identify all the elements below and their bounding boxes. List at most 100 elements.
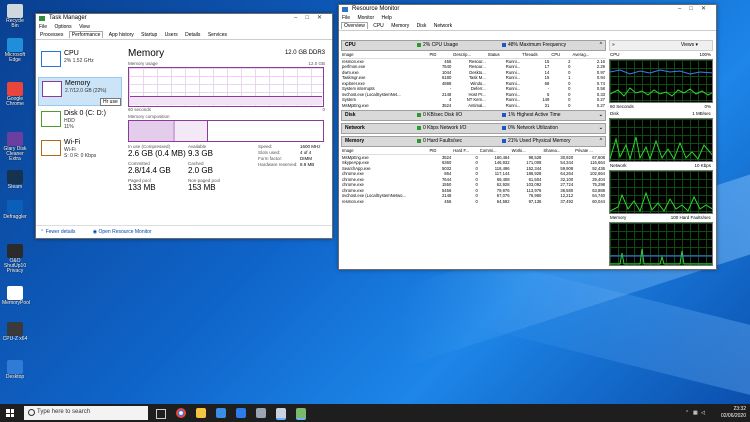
desktop-icon[interactable]: Microsoft Edge xyxy=(2,38,28,63)
footer-divider xyxy=(36,225,332,226)
menu-file[interactable]: File xyxy=(342,15,350,21)
app-shortcut-icon xyxy=(7,82,23,96)
network-section-header[interactable]: Network 0 Kbps Network I/O 0% Network Ut… xyxy=(341,123,606,134)
photos-icon[interactable] xyxy=(256,408,266,418)
title-bar[interactable]: Resource Monitor –□✕ xyxy=(339,5,716,14)
graph-title: Memory xyxy=(610,215,627,220)
physical-memory-badge: 21% Used Physical Memory xyxy=(502,137,571,146)
mail-icon[interactable] xyxy=(236,408,246,418)
desktop-icon[interactable]: Glary Disk Cleaner Extra xyxy=(2,132,28,162)
desktop-icon[interactable]: MemoryPool xyxy=(2,286,31,306)
views-dropdown[interactable]: Views ▾ xyxy=(681,41,698,50)
app-shortcut-icon xyxy=(7,244,23,258)
menu-file[interactable]: File xyxy=(39,24,47,30)
file-explorer-icon[interactable] xyxy=(196,408,206,418)
table-cell: Runni... xyxy=(505,102,521,108)
collapse-icon[interactable]: ⌃ xyxy=(599,41,603,50)
stat-label: Form factor: xyxy=(258,156,283,161)
expand-icon[interactable]: ⌄ xyxy=(599,111,603,120)
memory-process-table: Image PID Hard F... Commi... Worki... Sharea.… xyxy=(341,148,606,204)
tab-disk[interactable]: Disk xyxy=(415,23,429,29)
title-bar[interactable]: Task Manager –□✕ xyxy=(36,14,332,23)
menu-bar: File Monitor Help xyxy=(339,14,716,22)
menu-help[interactable]: Help xyxy=(382,15,392,21)
fewer-details-label: Fewer details xyxy=(45,229,76,235)
composition-in-use xyxy=(129,121,174,141)
section-title: CPU xyxy=(345,42,356,48)
menu-options[interactable]: Options xyxy=(54,24,71,30)
menu-monitor[interactable]: Monitor xyxy=(357,15,374,21)
perf-item-wifi[interactable]: Wi-Fi Wi-Fi S: 0 R: 0 Kbps xyxy=(38,137,122,164)
stat-committed: Committed 2.8/14.4 GB xyxy=(128,161,171,175)
windows-logo-icon xyxy=(10,413,14,417)
tab-bar: Overview CPU Memory Disk Network xyxy=(339,22,716,31)
tab-services[interactable]: Services xyxy=(206,32,229,38)
tab-details[interactable]: Details xyxy=(183,32,202,38)
desktop-icon-label: MemoryPool xyxy=(2,300,31,306)
tab-app-history[interactable]: App history xyxy=(107,32,136,38)
perf-item-disk[interactable]: Disk 0 (C: D:) HDD 11% xyxy=(38,108,122,135)
network-icon[interactable]: ▦ xyxy=(693,410,698,416)
memory-section-header[interactable]: Memory 0 Hard Faults/sec 21% Used Physic… xyxy=(341,136,606,147)
tab-overview[interactable]: Overview xyxy=(341,22,368,29)
graph-header-network: Network 10 Kbps xyxy=(609,162,713,169)
desktop-icon[interactable]: O&O ShutUp10 Privacy xyxy=(2,244,28,274)
tab-startup[interactable]: Startup xyxy=(139,32,159,38)
task-manager-window: Task Manager –□✕ File Options View Proce… xyxy=(35,13,333,239)
tab-cpu[interactable]: CPU xyxy=(371,23,386,29)
stat-available: Available 9.3 GB xyxy=(188,144,213,158)
window-controls[interactable]: –□✕ xyxy=(678,5,714,14)
tab-processes[interactable]: Processes xyxy=(38,32,65,38)
fewer-details-link[interactable]: ⌃ Fewer details xyxy=(40,229,83,235)
table-row[interactable]: resmon.exe 456 0 64,592 97,136 37,492 60,044 xyxy=(341,199,606,205)
graph-title: Disk xyxy=(610,111,619,116)
disk-active-badge: 1% Highest Active Time xyxy=(502,111,561,120)
desktop-icon[interactable]: Defraggler xyxy=(2,200,28,220)
perf-item-name: Memory xyxy=(65,80,91,87)
window-controls[interactable]: –□✕ xyxy=(294,14,330,23)
tab-bar: Processes Performance App history Startu… xyxy=(36,31,332,40)
expand-icon[interactable]: ⌄ xyxy=(599,124,603,133)
search-box[interactable]: Type here to search xyxy=(24,406,148,420)
network-io-badge: 0 Kbps Network I/O xyxy=(417,124,466,133)
memory-usage-graph xyxy=(128,67,324,107)
tab-network[interactable]: Network xyxy=(432,23,454,29)
tab-memory[interactable]: Memory xyxy=(389,23,411,29)
store-icon[interactable] xyxy=(216,408,226,418)
open-resource-monitor-link[interactable]: ◉ Open Resource Monitor xyxy=(93,229,160,235)
stat-value: 153 MB xyxy=(188,183,216,192)
task-view-icon[interactable] xyxy=(156,409,166,419)
chrome-icon[interactable] xyxy=(176,408,186,418)
desktop-icon[interactable]: Recycle Bin xyxy=(2,4,28,29)
menu-view[interactable]: View xyxy=(79,24,90,30)
cpu-graph xyxy=(609,59,713,103)
desktop-icon-label: O&O ShutUp10 Privacy xyxy=(3,258,27,274)
table-row[interactable]: MsMpEng.exe 3524 Antimal... Runni... 31 0 0.27 xyxy=(341,103,606,109)
volume-icon[interactable]: ◁ xyxy=(701,410,706,416)
task-manager-icon[interactable] xyxy=(296,408,306,420)
memory-composition-label: Memory composition xyxy=(128,114,170,119)
tab-performance[interactable]: Performance xyxy=(68,31,104,38)
desktop-icon[interactable]: Desktop xyxy=(2,360,28,380)
tab-users[interactable]: Users xyxy=(163,32,180,38)
perf-item-cpu[interactable]: CPU 2% 1.52 GHz xyxy=(38,48,122,75)
start-button[interactable] xyxy=(6,409,14,417)
cpu-section-header[interactable]: CPU 2% CPU Usage 48% Maximum Frequency ⌃ xyxy=(341,40,606,51)
badge-text: 21% Used Physical Memory xyxy=(508,138,571,144)
desktop-icon[interactable]: CPU-Z x64 xyxy=(2,322,28,342)
desktop-icon[interactable]: Steam xyxy=(2,170,28,190)
desktop-icon[interactable]: Google Chrome xyxy=(2,82,28,107)
disk-section-header[interactable]: Disk 0 KB/sec Disk I/O 1% Highest Active… xyxy=(341,110,606,121)
badge-text: 0 KB/sec Disk I/O xyxy=(423,112,463,118)
clock[interactable]: 23:32 02/06/2020 xyxy=(721,406,746,420)
resource-monitor-icon[interactable] xyxy=(276,408,286,420)
status-square-icon xyxy=(502,138,506,143)
stat-value: 2.8/14.4 GB xyxy=(128,166,171,175)
cpu-process-table: Image PID Descrip... Status Threads CPU Averag… xyxy=(341,52,606,108)
graph-zero-label: 0 xyxy=(322,107,325,112)
stat-value: 8.9 MB xyxy=(300,162,315,167)
expand-pane-icon[interactable]: » xyxy=(612,41,615,50)
chevron-up-icon[interactable]: ⌃ xyxy=(685,410,690,416)
collapse-icon[interactable]: ⌃ xyxy=(599,137,603,146)
perf-item-detail: 11% xyxy=(64,124,74,130)
